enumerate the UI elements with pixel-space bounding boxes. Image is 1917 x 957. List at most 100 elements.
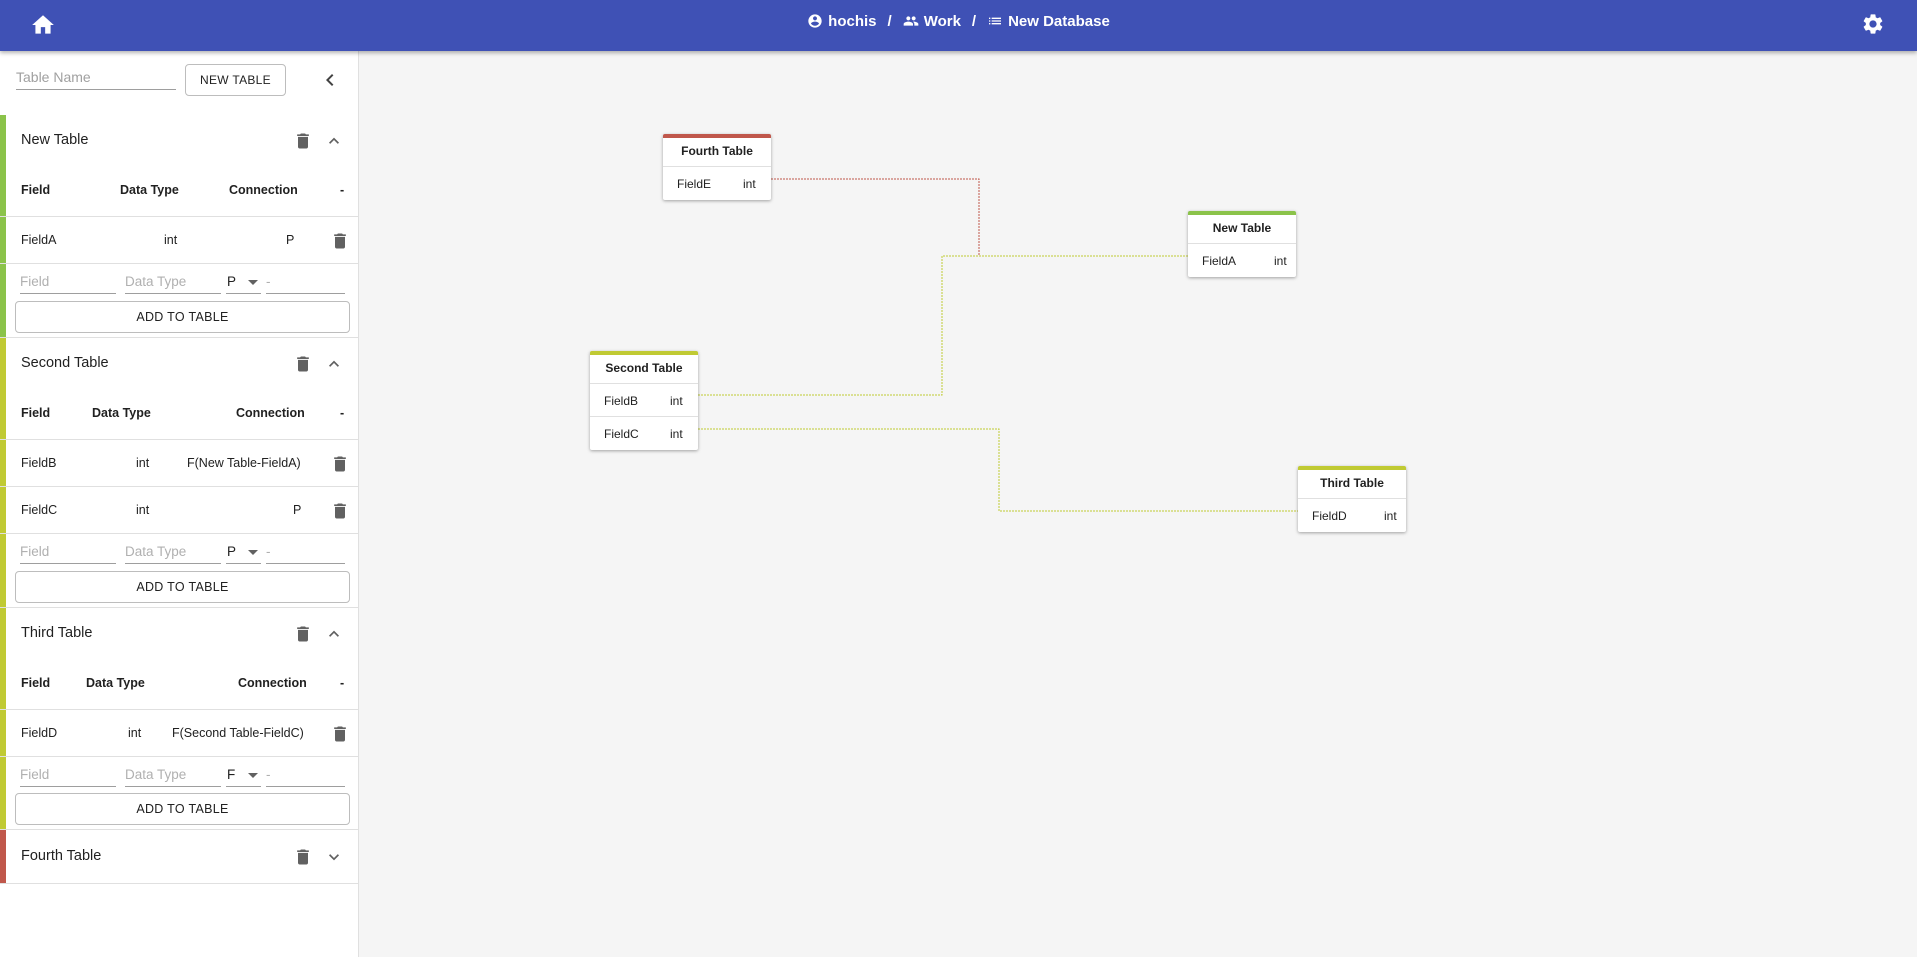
delete-icon[interactable] — [328, 722, 352, 746]
chevron-up-icon[interactable] — [322, 129, 346, 153]
connection-input[interactable] — [266, 763, 345, 787]
field-type: int — [136, 503, 150, 517]
add-to-table-button[interactable]: ADD TO TABLE — [15, 571, 350, 603]
table-panel-third-table: Third Table Field Data Type Connection -… — [0, 608, 358, 830]
table-title: Third Table — [21, 625, 93, 641]
col-connection: Connection — [229, 183, 298, 197]
table-row: FieldC int P — [0, 487, 358, 534]
delete-icon[interactable] — [291, 622, 315, 646]
diagram-card-fourth-table[interactable]: Fourth Table FieldE int — [663, 134, 771, 200]
gear-icon[interactable] — [1861, 12, 1887, 38]
card-type: int — [1384, 509, 1397, 523]
table-title: New Table — [21, 132, 89, 148]
card-field: FieldA — [1202, 254, 1237, 268]
breadcrumb-workspace-label: Work — [923, 12, 961, 30]
caret-down-icon — [248, 280, 258, 285]
delete-icon[interactable] — [291, 352, 315, 376]
col-field: Field — [21, 406, 51, 420]
chevron-up-icon[interactable] — [322, 352, 346, 376]
table-panel-fourth-table: Fourth Table — [0, 830, 358, 884]
col-dash: - — [340, 676, 345, 690]
table-name-input[interactable] — [16, 64, 176, 90]
diagram-card-second-table[interactable]: Second Table FieldB int FieldC int — [590, 351, 698, 450]
key-select[interactable]: P — [226, 540, 261, 564]
table-header[interactable]: Second Table — [0, 338, 358, 390]
delete-icon[interactable] — [328, 499, 352, 523]
card-title: Fourth Table — [663, 138, 771, 167]
data-type-input[interactable] — [125, 540, 221, 564]
column-header-row: Field Data Type Connection - — [0, 660, 358, 710]
card-row: FieldE int — [663, 167, 771, 200]
key-select[interactable]: F — [226, 763, 261, 787]
table-panel-new-table: New Table Field Data Type Connection - F… — [0, 115, 358, 338]
field-type: int — [136, 456, 150, 470]
delete-icon[interactable] — [328, 229, 352, 253]
caret-down-icon — [248, 550, 258, 555]
field-type: int — [164, 233, 178, 247]
breadcrumb-database[interactable]: New Database — [987, 13, 1110, 30]
list-icon — [989, 17, 1002, 25]
table-row: FieldD int F(Second Table-FieldC) — [0, 710, 358, 757]
data-type-input[interactable] — [125, 270, 221, 294]
col-dash: - — [340, 183, 345, 197]
relation-line-second-to-third — [698, 428, 1298, 512]
field-type: int — [128, 726, 142, 740]
add-field-row: P — [0, 534, 358, 564]
table-header[interactable]: Third Table — [0, 608, 358, 660]
add-to-table-button[interactable]: ADD TO TABLE — [15, 793, 350, 825]
diagram-card-new-table[interactable]: New Table FieldA int — [1188, 211, 1296, 277]
card-type: int — [1274, 254, 1287, 268]
card-type: int — [670, 427, 683, 441]
table-row: FieldA int P — [0, 217, 358, 264]
delete-icon[interactable] — [328, 452, 352, 476]
table-header[interactable]: Fourth Table — [0, 830, 358, 882]
field-input[interactable] — [20, 540, 116, 564]
breadcrumb: hochis / Work / New Database — [0, 0, 1917, 42]
breadcrumb-workspace[interactable]: Work — [903, 13, 961, 30]
delete-icon[interactable] — [291, 129, 315, 153]
caret-down-icon — [248, 773, 258, 778]
card-field: FieldC — [604, 427, 639, 441]
add-to-table-button[interactable]: ADD TO TABLE — [15, 301, 350, 333]
field-connection: F(New Table-FieldA) — [187, 456, 301, 470]
card-title: New Table — [1188, 215, 1296, 244]
col-dash: - — [340, 406, 345, 420]
app-bar: hochis / Work / New Database — [0, 0, 1917, 51]
card-field: FieldB — [604, 394, 639, 408]
breadcrumb-user[interactable]: hochis — [807, 13, 877, 30]
table-sidebar: NEW TABLE New Table Field Data Type Conn… — [0, 51, 359, 957]
chevron-up-icon[interactable] — [322, 622, 346, 646]
card-title: Second Table — [590, 355, 698, 384]
key-select-value: P — [227, 274, 237, 289]
connection-input[interactable] — [266, 270, 345, 294]
diagram-canvas[interactable]: Fourth Table FieldE int New Table FieldA… — [360, 51, 1917, 957]
field-name: FieldC — [21, 503, 58, 517]
col-data-type: Data Type — [120, 183, 179, 197]
connection-input[interactable] — [266, 540, 345, 564]
card-row: FieldA int — [1188, 244, 1296, 277]
field-name: FieldD — [21, 726, 58, 740]
key-select-value: P — [227, 544, 237, 559]
card-row: FieldB int — [590, 384, 698, 417]
table-title: Second Table — [21, 355, 109, 371]
field-connection: F(Second Table-FieldC) — [172, 726, 304, 740]
breadcrumb-database-label: New Database — [1008, 12, 1110, 30]
new-table-button[interactable]: NEW TABLE — [185, 64, 286, 96]
delete-icon[interactable] — [291, 845, 315, 869]
chevron-down-icon[interactable] — [322, 845, 346, 869]
key-select[interactable]: P — [226, 270, 261, 294]
card-type: int — [670, 394, 683, 408]
card-row: FieldD int — [1298, 499, 1406, 532]
table-header[interactable]: New Table — [0, 115, 358, 167]
field-input[interactable] — [20, 763, 116, 787]
diagram-card-third-table[interactable]: Third Table FieldD int — [1298, 466, 1406, 532]
col-connection: Connection — [238, 676, 307, 690]
col-connection: Connection — [236, 406, 305, 420]
col-data-type: Data Type — [92, 406, 151, 420]
field-input[interactable] — [20, 270, 116, 294]
group-icon — [903, 16, 919, 26]
chevron-left-icon[interactable] — [318, 68, 342, 92]
field-name: FieldB — [21, 456, 57, 470]
col-data-type: Data Type — [86, 676, 145, 690]
data-type-input[interactable] — [125, 763, 221, 787]
